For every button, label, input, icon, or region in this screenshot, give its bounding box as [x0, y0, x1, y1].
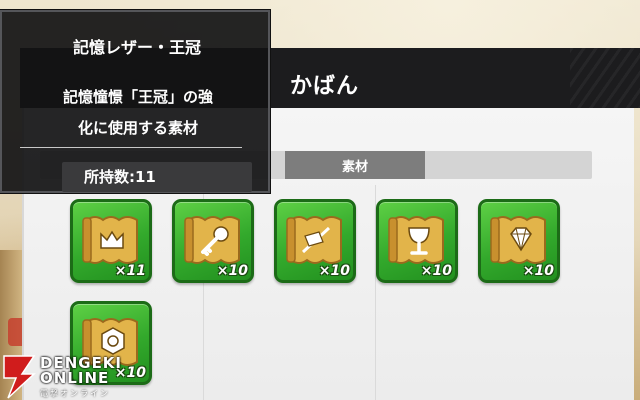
item-count: ×11	[114, 263, 146, 279]
header-stripes-decoration	[570, 48, 640, 108]
item-slot-flag[interactable]: ×10	[274, 199, 356, 283]
flag-scroll-icon	[286, 216, 342, 264]
owned-count: 所持数:11	[62, 162, 252, 192]
crown-scroll-icon	[82, 216, 138, 264]
watermark-line2: ONLINE	[40, 369, 110, 387]
goblet-scroll-icon	[388, 216, 444, 264]
gem-scroll-icon	[490, 216, 546, 264]
item-name: 記憶レザー・王冠	[72, 38, 201, 57]
item-description-line1: 記憶憧憬「王冠」の強	[62, 88, 213, 106]
watermark-line3: 電撃オンライン	[40, 389, 110, 398]
bag-title: かばん	[290, 74, 360, 99]
item-slot-key[interactable]: ×10	[172, 199, 254, 283]
item-description-line2: 化に使用する素材	[77, 119, 198, 137]
item-count: ×10	[318, 263, 350, 279]
item-count: ×10	[216, 263, 248, 279]
key-scroll-icon	[184, 216, 240, 264]
item-count: ×10	[420, 263, 452, 279]
tooltip-divider	[20, 147, 242, 148]
item-slot-goblet[interactable]: ×10	[376, 199, 458, 283]
item-count: ×10	[522, 263, 554, 279]
item-slot-gem[interactable]: ×10	[478, 199, 560, 283]
item-slot-crown[interactable]: ×11	[70, 199, 152, 283]
tab-materials[interactable]: 素材	[285, 151, 425, 179]
item-description: 記憶憧憬「王冠」の強 化に使用する素材	[20, 82, 256, 144]
item-detail-tooltip: 記憶レザー・王冠 記憶憧憬「王冠」の強 化に使用する素材 所持数:11	[0, 10, 270, 193]
